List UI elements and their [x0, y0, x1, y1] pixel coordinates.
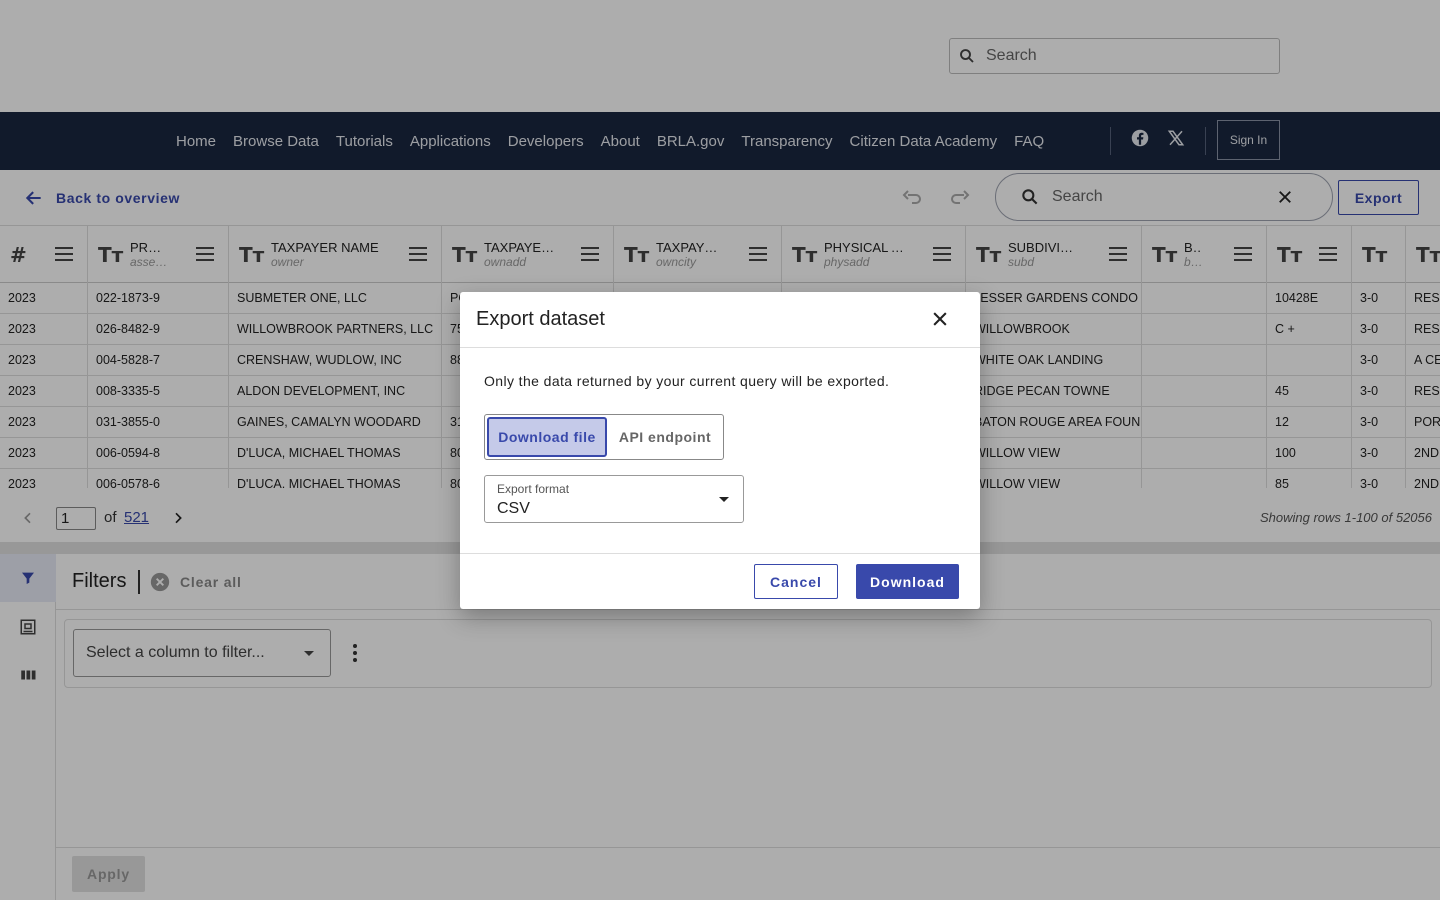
export-format-label: Export format [497, 482, 570, 496]
download-file-tab[interactable]: Download file [487, 417, 607, 457]
cancel-button[interactable]: Cancel [754, 564, 838, 599]
api-endpoint-tab[interactable]: API endpoint [608, 417, 722, 457]
export-format-value: CSV [497, 500, 530, 517]
dialog-title: Export dataset [476, 308, 605, 330]
dialog-description: Only the data returned by your current q… [484, 373, 890, 389]
export-dialog: Export dataset Only the data returned by… [460, 292, 980, 609]
export-format-select[interactable]: Export format CSV [484, 475, 744, 523]
close-icon[interactable] [930, 309, 950, 329]
dropdown-caret-icon [719, 497, 729, 502]
download-button[interactable]: Download [856, 564, 959, 599]
dialog-header: Export dataset [460, 292, 980, 348]
